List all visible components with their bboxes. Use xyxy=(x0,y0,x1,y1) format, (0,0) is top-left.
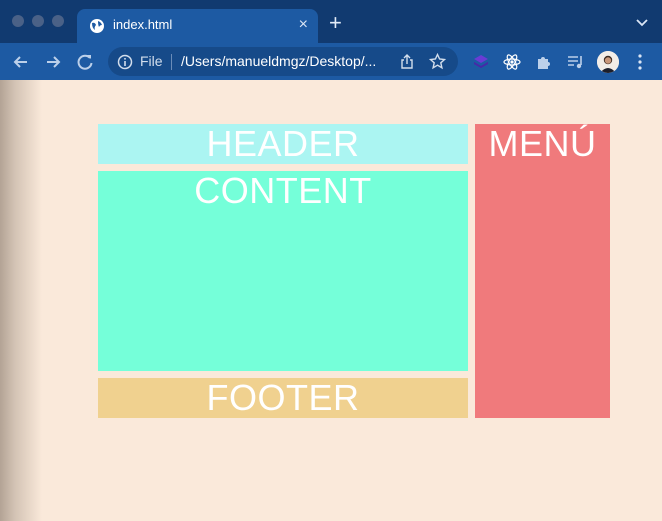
react-devtools-icon[interactable] xyxy=(502,52,522,72)
toolbar: File /Users/manueldmgz/Desktop/... xyxy=(0,43,662,80)
menu-section: MENÚ xyxy=(475,124,610,418)
new-tab-button[interactable]: + xyxy=(329,12,342,34)
url-scheme-label: File xyxy=(140,53,163,69)
header-section: HEADER xyxy=(98,124,468,164)
url-text[interactable]: /Users/manueldmgz/Desktop/... xyxy=(181,53,376,69)
header-label: HEADER xyxy=(206,123,360,164)
profile-avatar[interactable] xyxy=(597,51,619,73)
address-bar[interactable]: File /Users/manueldmgz/Desktop/... xyxy=(108,47,458,76)
media-playlist-icon[interactable] xyxy=(565,52,585,72)
window-minimize-dot[interactable] xyxy=(32,15,44,27)
back-arrow-icon[interactable] xyxy=(11,52,31,72)
chevron-down-icon[interactable] xyxy=(636,17,648,29)
window-close-dot[interactable] xyxy=(12,15,24,27)
content-label: CONTENT xyxy=(194,170,372,211)
tab-close-icon[interactable]: × xyxy=(299,16,308,34)
footer-label: FOOTER xyxy=(206,377,360,418)
footer-section: FOOTER xyxy=(98,378,468,418)
puzzle-extensions-icon[interactable] xyxy=(534,52,554,72)
omnibox-divider xyxy=(171,54,172,70)
forward-arrow-icon[interactable] xyxy=(43,52,63,72)
more-menu-icon[interactable] xyxy=(632,53,648,71)
tab-index-html[interactable]: index.html × xyxy=(77,9,318,43)
reload-icon[interactable] xyxy=(75,52,95,72)
tab-title: index.html xyxy=(113,17,173,32)
window-zoom-dot[interactable] xyxy=(52,15,64,27)
page-viewport: HEADER CONTENT FOOTER MENÚ xyxy=(0,80,662,521)
globe-icon xyxy=(90,19,104,33)
tab-bar: index.html × + xyxy=(0,0,662,43)
person-icon xyxy=(597,51,619,73)
menu-label: MENÚ xyxy=(488,123,597,164)
bookmark-star-icon[interactable] xyxy=(429,53,446,70)
content-section: CONTENT xyxy=(98,171,468,371)
layers-extension-icon[interactable] xyxy=(471,52,491,72)
info-icon[interactable] xyxy=(117,54,133,70)
share-icon[interactable] xyxy=(399,54,415,70)
window-edge-shadow xyxy=(0,80,42,521)
